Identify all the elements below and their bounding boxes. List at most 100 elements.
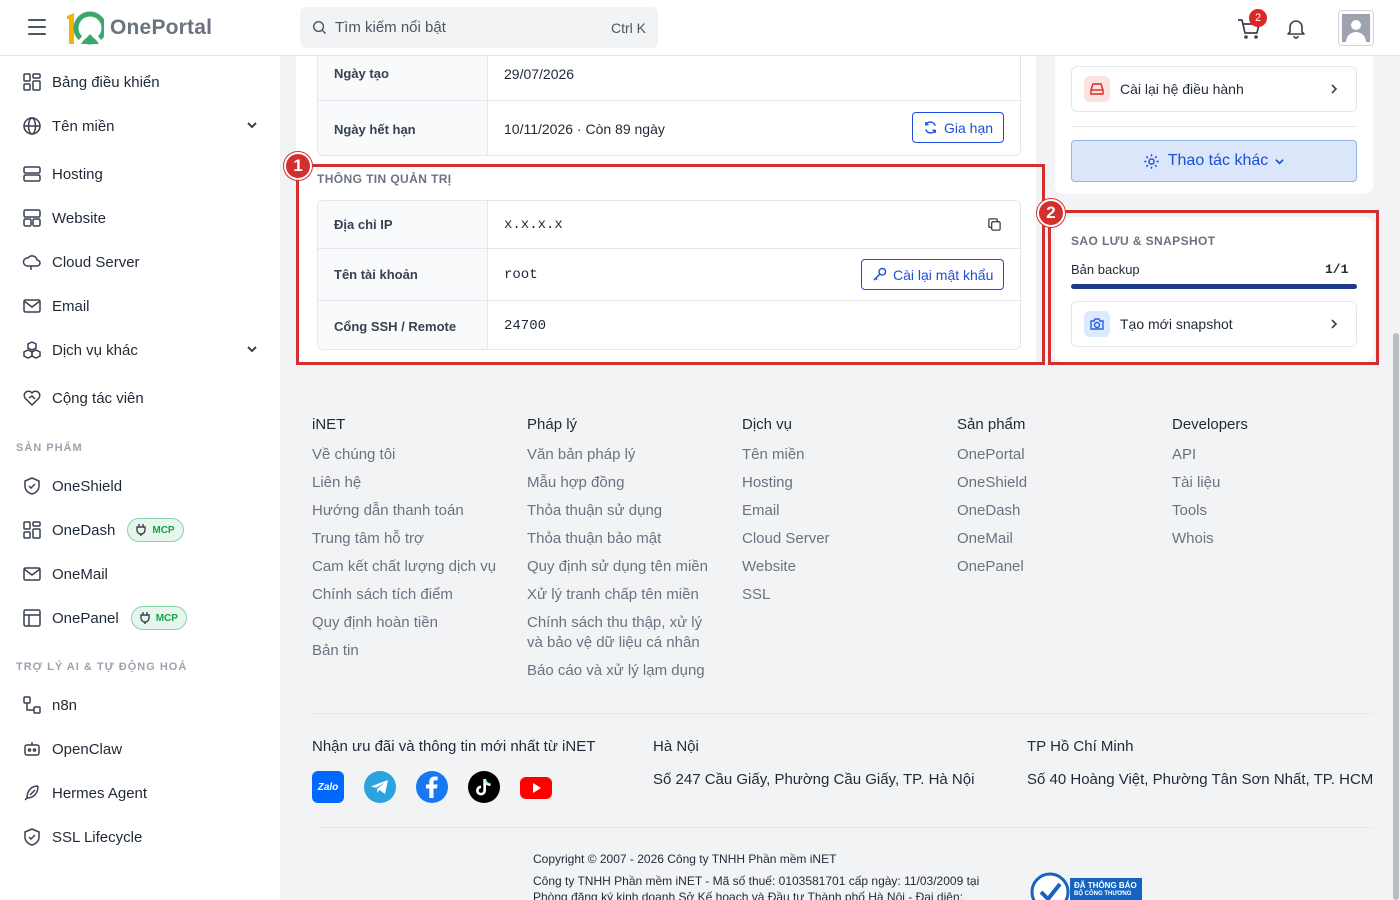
footer-link[interactable]: API (1172, 446, 1196, 463)
company-info-line1: Công ty TNHH Phần mềm iNET - Mã số thuế:… (533, 874, 980, 888)
divider (1071, 126, 1357, 127)
create-snapshot-label: Tạo mới snapshot (1120, 316, 1233, 332)
footer-link[interactable]: Website (742, 558, 796, 575)
refresh-icon (925, 121, 936, 134)
footer-link[interactable]: Báo cáo và xử lý lạm dụng (527, 662, 705, 679)
panel-layout-icon (21, 607, 43, 629)
footer-col-title: iNET (312, 416, 346, 433)
footer-link[interactable]: và bảo vệ dữ liệu cá nhân (527, 634, 700, 651)
sidebar-item-website[interactable]: Website (0, 198, 280, 238)
ssh-label: Cổng SSH / Remote (318, 301, 488, 349)
dashboard-grid-icon (21, 71, 43, 93)
shield-check-icon (21, 475, 43, 497)
ministry-registered-badge[interactable]: ĐÃ THÔNG BÁO BỘ CÔNG THƯƠNG (1030, 870, 1142, 900)
footer-link[interactable]: OneDash (957, 502, 1020, 519)
sidebar-item-cloud-server[interactable]: Cloud Server (0, 242, 280, 282)
footer-link[interactable]: Tên miền (742, 446, 805, 463)
footer-link[interactable]: Liên hệ (312, 474, 361, 491)
sidebar-item-onepanel[interactable]: OnePanel MCP (0, 598, 280, 638)
mcp-badge-label: MCP (155, 612, 178, 624)
more-actions-button[interactable]: Thao tác khác (1071, 140, 1357, 182)
footer-col-title: Developers (1172, 416, 1248, 433)
footer-link[interactable]: Tài liệu (1172, 474, 1220, 491)
sidebar-item-dashboard[interactable]: Bảng điều khiển (0, 62, 280, 102)
reinstall-os-button[interactable]: Cài lại hệ điều hành (1071, 66, 1357, 112)
scrollbar-thumb[interactable] (1393, 333, 1399, 900)
logo[interactable]: OnePortal (64, 10, 212, 46)
footer-link[interactable]: Hosting (742, 474, 793, 491)
facebook-icon[interactable] (416, 771, 448, 803)
footer-link[interactable]: Xử lý tranh chấp tên miền (527, 586, 699, 603)
footer-link[interactable]: Whois (1172, 530, 1214, 547)
youtube-icon[interactable] (520, 771, 552, 803)
footer-col-products: Sản phẩm OnePortal OneShield OneDash One… (957, 416, 1157, 575)
renew-button[interactable]: Gia hạn (912, 112, 1005, 143)
sidebar-item-n8n[interactable]: n8n (0, 685, 280, 725)
footer-link[interactable]: OnePanel (957, 558, 1024, 575)
copy-icon[interactable] (987, 217, 1002, 232)
sidebar-item-domains[interactable]: Tên miền (0, 106, 280, 146)
ip-label: Địa chỉ IP (318, 201, 488, 248)
backup-count: 1/1 (1325, 262, 1349, 277)
chevron-down-icon (247, 122, 257, 129)
mcp-badge: MCP (130, 606, 187, 630)
telegram-icon[interactable] (364, 771, 396, 803)
footer-link[interactable]: Mẫu hợp đồng (527, 474, 624, 491)
backup-snapshot-card: SAO LƯU & SNAPSHOT Bản backup 1/1 Tạo mớ… (1055, 217, 1373, 362)
footer-divider (312, 713, 1374, 714)
footer-link[interactable]: Về chúng tôi (312, 446, 395, 463)
tiktok-icon[interactable] (468, 771, 500, 803)
reset-password-button[interactable]: Cài lại mật khẩu (861, 259, 1005, 290)
footer-link[interactable]: Thỏa thuận bảo mật (527, 530, 661, 547)
create-snapshot-button[interactable]: Tạo mới snapshot (1071, 301, 1357, 347)
sidebar-item-openclaw[interactable]: OpenClaw (0, 729, 280, 769)
sidebar-item-ssl-lifecycle[interactable]: SSL Lifecycle (0, 817, 280, 857)
hamburger-menu-icon[interactable] (28, 19, 46, 35)
sidebar-item-onemail[interactable]: OneMail (0, 554, 280, 594)
sidebar-item-other-services[interactable]: Dịch vụ khác (0, 330, 280, 370)
footer-link[interactable]: OneShield (957, 474, 1027, 491)
mail-icon (21, 295, 43, 317)
footer-link[interactable]: Cloud Server (742, 530, 830, 547)
backup-label: Bản backup (1071, 262, 1140, 277)
search-input[interactable] (335, 19, 611, 36)
server-icon (21, 163, 43, 185)
footer-col-inet: iNET Về chúng tôi Liên hệ Hướng dẫn than… (312, 416, 512, 659)
footer-link[interactable]: Cam kết chất lượng dịch vụ (312, 558, 496, 575)
footer-link[interactable]: Email (742, 502, 780, 519)
sidebar-item-hosting[interactable]: Hosting (0, 154, 280, 194)
footer-link[interactable]: OnePortal (957, 446, 1025, 463)
footer-link[interactable]: Quy định sử dụng tên miền (527, 558, 708, 575)
robot-icon (21, 738, 43, 760)
plug-icon (140, 612, 150, 624)
footer-link[interactable]: Trung tâm hỗ trợ (312, 530, 424, 547)
footer-link[interactable]: SSL (742, 586, 770, 603)
sidebar-item-affiliate[interactable]: Cộng tác viên (0, 378, 280, 418)
zalo-icon-label: Zalo (317, 781, 339, 793)
search-box[interactable]: Ctrl K (300, 7, 658, 48)
sidebar-item-email[interactable]: Email (0, 286, 280, 326)
sidebar-item-onedash[interactable]: OneDash MCP (0, 510, 280, 550)
zalo-icon[interactable]: Zalo (312, 771, 344, 803)
hanoi-address: Số 247 Cầu Giấy, Phường Cầu Giấy, TP. Hà… (653, 771, 975, 788)
footer-link[interactable]: Bản tin (312, 642, 359, 659)
footer-link[interactable]: Chính sách tích điểm (312, 586, 453, 603)
sidebar-item-label: OneMail (52, 565, 108, 583)
account-label: Tên tài khoản (318, 249, 488, 300)
user-avatar[interactable] (1338, 10, 1374, 46)
footer-link[interactable]: Văn bản pháp lý (527, 446, 635, 463)
sidebar-item-oneshield[interactable]: OneShield (0, 466, 280, 506)
footer-link[interactable]: Chính sách thu thập, xử lý (527, 614, 702, 631)
footer-link[interactable]: Thỏa thuận sử dụng (527, 502, 662, 519)
sidebar-item-label: Tên miền (52, 117, 115, 135)
expiry-label: Ngày hết hạn (318, 101, 488, 155)
annotation-number-1: 1 (284, 152, 312, 180)
footer-link[interactable]: Hướng dẫn thanh toán (312, 502, 464, 519)
sidebar-item-hermes-agent[interactable]: Hermes Agent (0, 773, 280, 813)
footer-link[interactable]: Quy định hoàn tiền (312, 614, 438, 631)
ip-value: x.x.x.x (504, 216, 563, 233)
notification-bell-icon[interactable] (1285, 17, 1307, 39)
footer-link[interactable]: Tools (1172, 502, 1207, 519)
footer-link[interactable]: OneMail (957, 530, 1013, 547)
reset-password-label: Cài lại mật khẩu (893, 266, 994, 283)
